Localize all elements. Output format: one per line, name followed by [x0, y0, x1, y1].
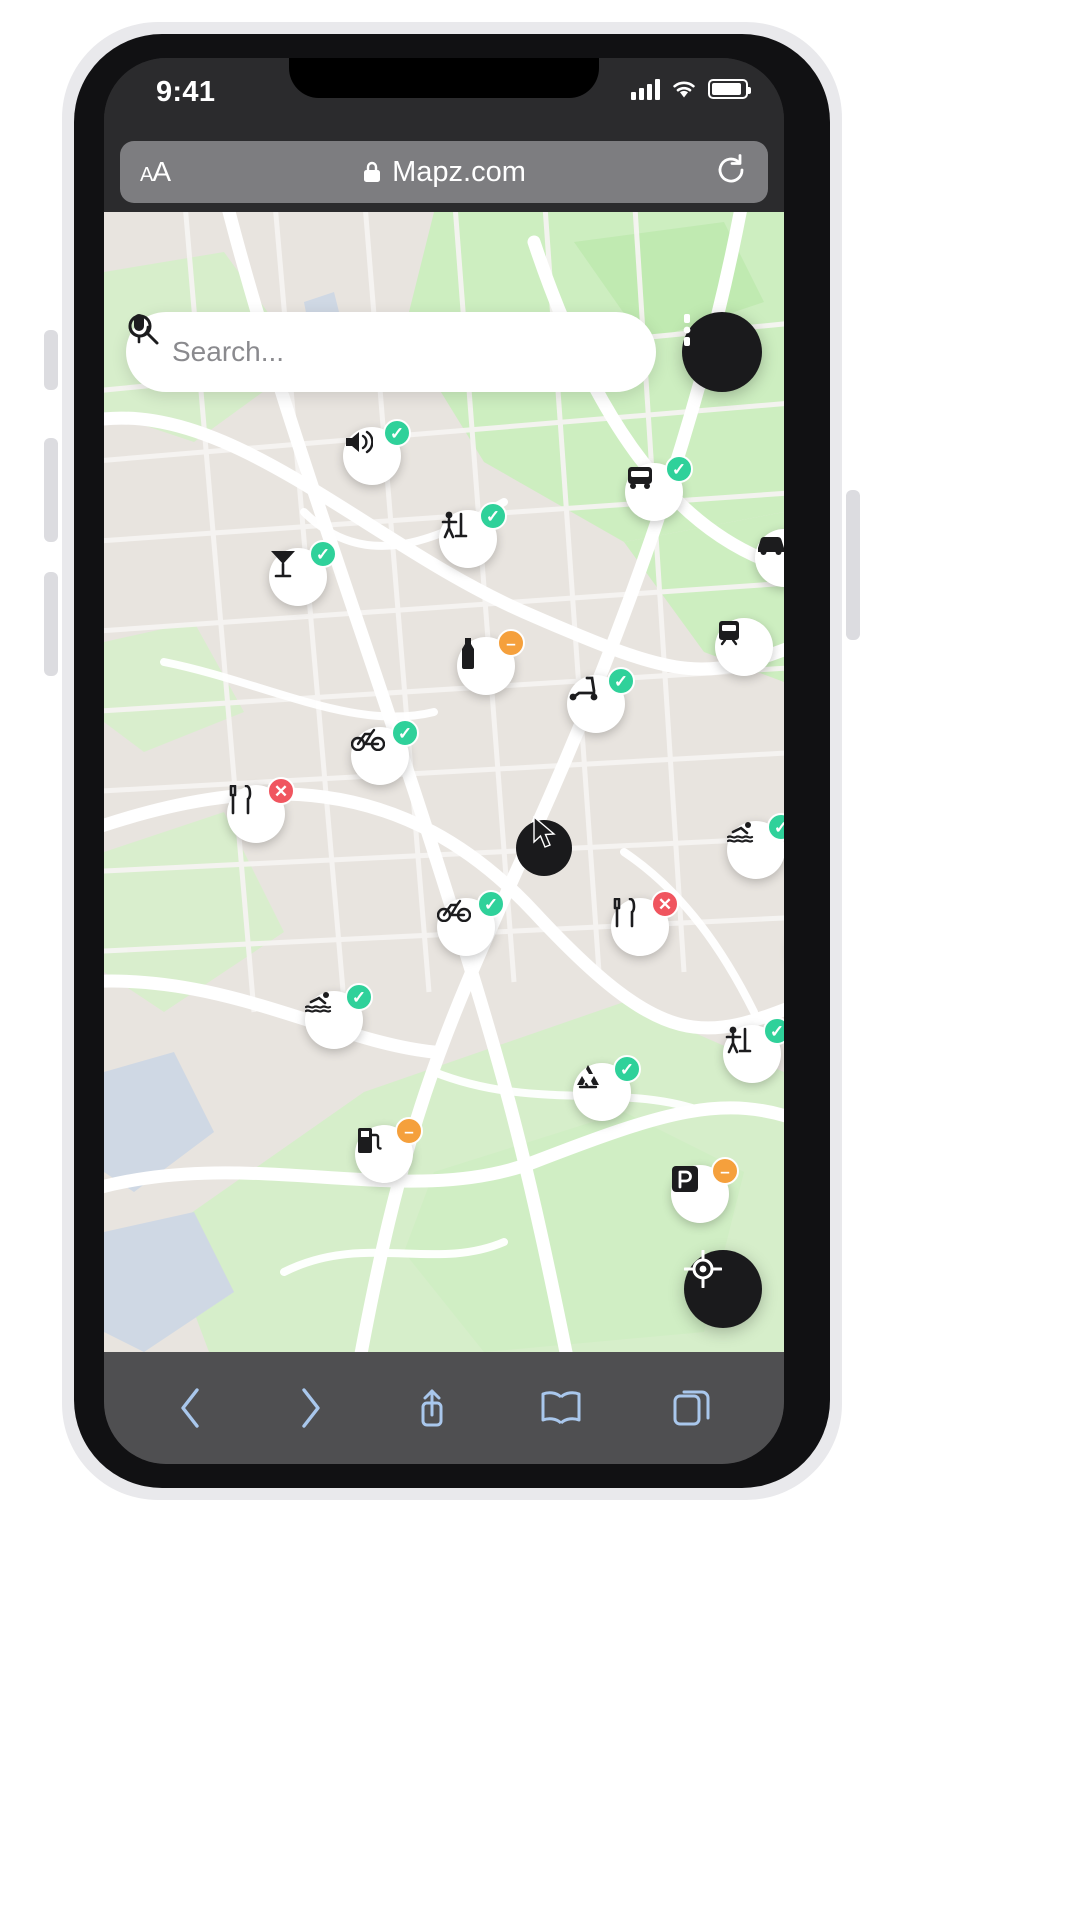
map-pin[interactable]	[715, 618, 773, 676]
status-bar: 9:41	[104, 58, 784, 132]
pool-icon	[727, 822, 754, 843]
map-pin[interactable]: ✓	[351, 719, 419, 785]
map-pin[interactable]: –	[355, 1117, 423, 1183]
map-pin[interactable]: –	[671, 1157, 739, 1223]
locate-me-button[interactable]	[684, 1250, 762, 1328]
status-badge: ✓	[383, 419, 411, 447]
volume-up-button[interactable]	[44, 438, 58, 542]
fuel-icon	[358, 1128, 382, 1153]
recycle-icon	[577, 1065, 599, 1089]
status-badge: ✓	[345, 983, 373, 1011]
cocktail-icon	[271, 551, 295, 578]
map-pin[interactable]: ✓	[625, 455, 693, 521]
map-pin[interactable]: ✓	[727, 813, 784, 879]
status-badge: ✓	[309, 540, 337, 568]
status-badge: ✓	[767, 813, 784, 841]
url-text: Mapz.com	[392, 155, 526, 188]
back-button[interactable]	[176, 1386, 206, 1430]
map-pin[interactable]: ✕	[227, 777, 295, 843]
pool-icon	[305, 992, 332, 1013]
map-pin[interactable]: ✓	[343, 419, 411, 485]
status-indicators	[631, 78, 751, 100]
parking-icon	[672, 1166, 698, 1192]
map-pin[interactable]: ✓	[439, 502, 507, 568]
battery-icon	[708, 79, 751, 99]
url-center: Mapz.com	[120, 156, 768, 189]
mute-switch[interactable]	[44, 330, 58, 390]
status-badge: ✓	[665, 455, 693, 483]
more-vertical-icon	[683, 314, 691, 346]
volume-down-button[interactable]	[44, 572, 58, 676]
status-badge: ✓	[391, 719, 419, 747]
status-badge: ✓	[763, 1017, 784, 1045]
search-input-placeholder[interactable]: Search...	[172, 336, 284, 368]
crosshair-icon	[684, 1250, 722, 1288]
screenshot-root: 9:41 AA Mapz.com Search... ✓ ✓ ✓ ✓ – ✓ ✓…	[0, 0, 1080, 1920]
status-badge: ✓	[613, 1055, 641, 1083]
tabs-button[interactable]	[672, 1387, 712, 1429]
cellular-signal-icon	[631, 78, 660, 100]
restaurant-icon	[229, 785, 252, 815]
map-pin[interactable]: ✓	[567, 667, 635, 733]
map-pin[interactable]: ✓	[305, 983, 373, 1049]
url-field[interactable]: AA Mapz.com	[120, 141, 768, 203]
lock-icon	[362, 160, 382, 184]
bicycle-icon	[351, 728, 385, 751]
status-badge: –	[497, 629, 525, 657]
status-badge: ✕	[651, 890, 679, 918]
share-button[interactable]	[413, 1385, 451, 1431]
safari-toolbar	[104, 1352, 784, 1464]
map-pin[interactable]: ✓	[269, 540, 337, 606]
scooter-icon	[569, 676, 598, 701]
text-size-icon[interactable]: AA	[140, 156, 171, 188]
map-pin[interactable]: ✓	[437, 890, 505, 956]
status-badge: ✓	[479, 502, 507, 530]
map-search-bar[interactable]: Search...	[126, 312, 656, 392]
phone-screen: 9:41 AA Mapz.com Search... ✓ ✓ ✓ ✓ – ✓ ✓…	[104, 58, 784, 1464]
map-pin[interactable]: ✓	[723, 1017, 784, 1083]
wifi-icon	[670, 78, 698, 100]
map-pin[interactable]: ✓	[573, 1055, 641, 1121]
map-pin[interactable]: ✕	[611, 890, 679, 956]
browser-url-bar: AA Mapz.com	[104, 132, 784, 212]
bus-icon	[628, 467, 652, 489]
speaker-icon	[346, 430, 373, 454]
notch	[289, 58, 599, 98]
playground-icon	[725, 1026, 752, 1054]
restaurant-icon	[613, 898, 636, 928]
bottle-icon	[462, 638, 474, 669]
status-time: 9:41	[156, 76, 216, 108]
status-badge: –	[395, 1117, 423, 1145]
tram-icon	[719, 621, 739, 646]
bicycle-icon	[437, 899, 471, 922]
map-canvas[interactable]: Search... ✓ ✓ ✓ ✓ – ✓ ✓ ✕ ✓ ✓ ✕ ✓ ✓ ✓ – …	[104, 212, 784, 1392]
status-badge: –	[711, 1157, 739, 1185]
forward-button[interactable]	[295, 1386, 325, 1430]
reload-icon[interactable]	[714, 153, 748, 192]
status-badge: ✕	[267, 777, 295, 805]
power-button[interactable]	[846, 490, 860, 640]
map-menu-button[interactable]	[682, 312, 762, 392]
bookmarks-button[interactable]	[539, 1389, 583, 1427]
playground-icon	[441, 511, 468, 539]
status-badge: ✓	[607, 667, 635, 695]
car-icon	[758, 537, 784, 555]
map-pin[interactable]: –	[457, 629, 525, 695]
status-badge: ✓	[477, 890, 505, 918]
